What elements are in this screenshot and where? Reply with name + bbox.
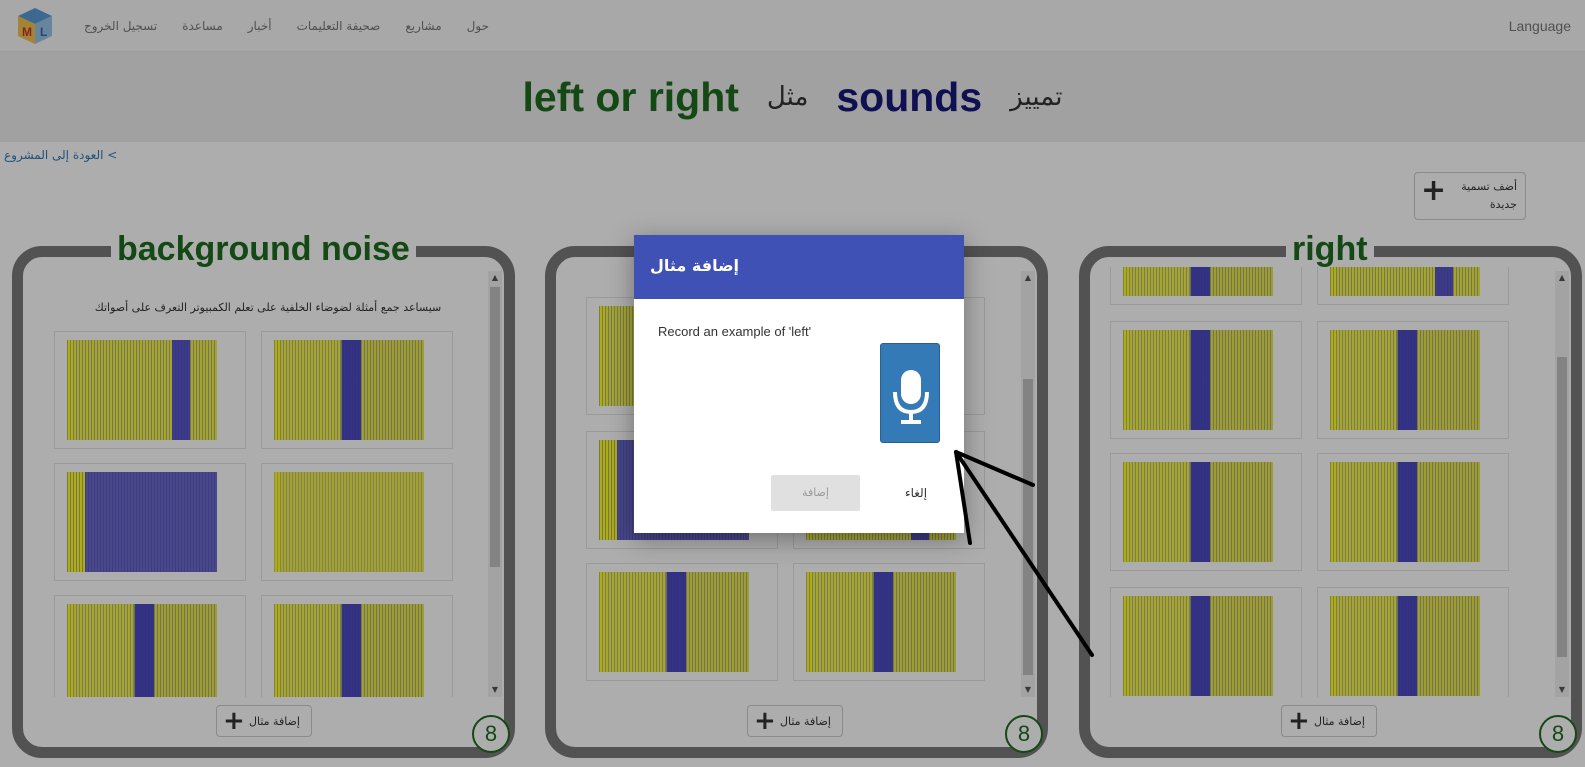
microphone-icon <box>893 370 929 424</box>
record-prompt: Record an example of 'left' <box>658 324 812 339</box>
add-example-dialog: إضافة مثال Record an example of 'left' إ… <box>634 235 964 533</box>
dialog-header: إضافة مثال <box>634 235 964 299</box>
annotation-arrow-icon <box>954 450 1094 657</box>
dialog-title: إضافة مثال <box>650 256 740 275</box>
record-button[interactable] <box>880 343 940 443</box>
dialog-add-button[interactable]: إضافة <box>771 475 860 511</box>
